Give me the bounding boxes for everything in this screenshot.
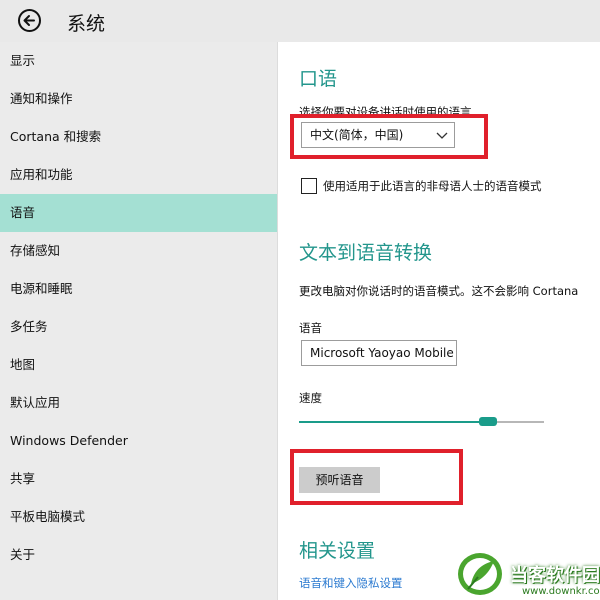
non-native-accent-checkbox[interactable] — [301, 178, 317, 194]
sidebar-item-display[interactable]: 显示 — [0, 42, 277, 80]
tts-section-title: 文本到语音转换 — [299, 242, 433, 264]
speech-privacy-link[interactable]: 语音和键入隐私设置 — [299, 575, 403, 591]
sidebar-item-maps[interactable]: 地图 — [0, 346, 277, 384]
sidebar-item-cortana[interactable]: Cortana 和搜索 — [0, 118, 277, 156]
sidebar-item-tablet-mode[interactable]: 平板电脑模式 — [0, 498, 277, 536]
back-arrow-icon — [23, 15, 35, 26]
annotation-highlight-preview — [290, 449, 463, 505]
speed-label: 速度 — [299, 391, 322, 405]
non-native-accent-label: 使用适用于此语言的非母语人士的语音模式 — [323, 179, 542, 193]
page-title: 系统 — [67, 13, 106, 35]
watermark-leaf-icon — [458, 553, 502, 595]
sidebar-item-sharing[interactable]: 共享 — [0, 460, 277, 498]
speed-slider-thumb[interactable] — [479, 417, 497, 426]
sidebar: 显示 通知和操作 Cortana 和搜索 应用和功能 语音 存储感知 电源和睡眠… — [0, 42, 278, 600]
watermark-name: 当客软件园 — [510, 565, 600, 586]
tts-description: 更改电脑对你说话时的语音模式。这不会影响 Cortana — [299, 284, 579, 298]
watermark-logo: 当客软件园 www.downkr.com — [452, 548, 600, 600]
sidebar-item-default-apps[interactable]: 默认应用 — [0, 384, 277, 422]
main-content: 口语 选择你要对设备讲话时使用的语言 中文(简体，中国) 使用适用于此语言的非母… — [279, 42, 600, 600]
sidebar-item-defender[interactable]: Windows Defender — [0, 422, 277, 460]
sidebar-item-about[interactable]: 关于 — [0, 536, 277, 574]
voice-label: 语音 — [299, 321, 322, 335]
sidebar-item-power[interactable]: 电源和睡眠 — [0, 270, 277, 308]
sidebar-item-speech[interactable]: 语音 — [0, 194, 277, 232]
annotation-highlight-language — [290, 114, 488, 159]
voice-select[interactable]: Microsoft Yaoyao Mobile — [301, 340, 457, 366]
watermark-url: www.downkr.com — [522, 586, 600, 597]
sidebar-item-apps[interactable]: 应用和功能 — [0, 156, 277, 194]
speech-section-title: 口语 — [299, 68, 338, 90]
sidebar-item-storage[interactable]: 存储感知 — [0, 232, 277, 270]
sidebar-item-notifications[interactable]: 通知和操作 — [0, 80, 277, 118]
related-settings-title: 相关设置 — [299, 540, 376, 562]
speed-slider-track[interactable] — [489, 421, 544, 423]
back-button[interactable] — [18, 9, 41, 32]
title-bar: 系统 — [0, 0, 600, 42]
sidebar-item-multitasking[interactable]: 多任务 — [0, 308, 277, 346]
speed-slider-track-filled[interactable] — [299, 421, 489, 423]
settings-window: 系统 显示 通知和操作 Cortana 和搜索 应用和功能 语音 存储感知 电源… — [0, 0, 600, 600]
